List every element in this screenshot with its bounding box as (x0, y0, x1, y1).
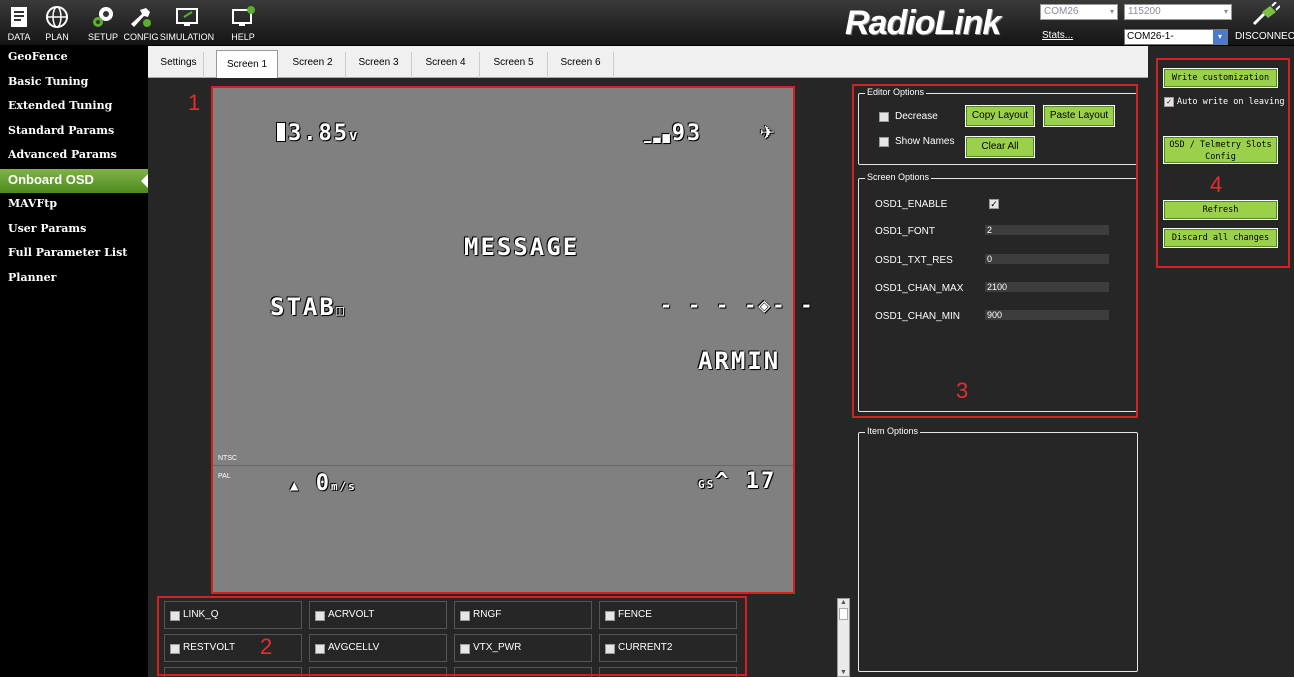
help-monitor-icon (232, 6, 255, 26)
baud-select[interactable]: 115200 ▾ (1124, 4, 1232, 20)
nav-simulation-label: SIMULATION (159, 32, 215, 42)
tab-screen-5[interactable]: Screen 5 (480, 52, 548, 78)
sidebar-item-extended-tuning[interactable]: Extended Tuning (0, 95, 148, 120)
nav-data-label: DATA (7, 32, 31, 42)
globe-icon (46, 6, 68, 28)
tab-screen-4[interactable]: Screen 4 (412, 52, 480, 78)
checkbox-box[interactable]: ✓ (1164, 97, 1174, 107)
nav-help-button[interactable]: HELP (226, 2, 260, 44)
annotation-number-1: 1 (188, 90, 201, 115)
chevron-down-icon: ▾ (1109, 7, 1114, 16)
data-icon (11, 7, 27, 27)
gears-icon (93, 7, 113, 27)
baud-value: 115200 (1128, 6, 1161, 17)
nav-plan-label: PLAN (45, 32, 69, 42)
sidebar-item-geofence[interactable]: GeoFence (0, 46, 148, 71)
scroll-thumb[interactable] (839, 608, 848, 620)
nav-help-label: HELP (231, 32, 255, 42)
vehicle-select[interactable]: COM26-1-HEXAROTOF▾ (1124, 29, 1228, 56)
port-value: COM26 (1044, 6, 1079, 17)
disconnect-label: DISCONNECT (1234, 31, 1294, 42)
sidebar-item-standard-params[interactable]: Standard Params (0, 120, 148, 145)
annotation-box-2 (157, 596, 747, 676)
tab-screen-1[interactable]: Screen 1 (216, 50, 278, 78)
plug-icon (1252, 2, 1280, 26)
sidebar-item-basic-tuning[interactable]: Basic Tuning (0, 71, 148, 96)
item-options-legend: Item Options (865, 426, 921, 436)
screen-tabs: Settings Screen 1 Screen 2 Screen 3 Scre… (148, 46, 1148, 78)
write-customization-button[interactable]: Write customization (1163, 68, 1278, 88)
nav-plan-button[interactable]: PLAN (40, 2, 74, 44)
auto-write-checkbox[interactable]: ✓ Auto write on leaving (1164, 97, 1284, 107)
scroll-up-icon[interactable]: ▲ (838, 599, 849, 606)
tab-screen-6[interactable]: Screen 6 (548, 52, 614, 78)
nav-config-button[interactable]: CONFIG (123, 2, 159, 44)
sidebar-item-user-params[interactable]: User Params (0, 218, 148, 243)
annotation-number-2: 2 (260, 634, 273, 659)
nav-setup-label: SETUP (87, 32, 118, 42)
stats-link[interactable]: Stats... (1042, 30, 1073, 41)
chevron-down-icon: ▾ (1223, 7, 1228, 16)
annotation-box-1 (211, 86, 795, 594)
port-select[interactable]: COM26 ▾ (1040, 4, 1118, 20)
item-list-scrollbar[interactable]: ▲ ▼ (837, 598, 850, 677)
scroll-down-icon[interactable]: ▼ (838, 669, 849, 676)
chevron-down-icon: ▾ (1213, 30, 1227, 44)
nav-data-button[interactable]: DATA (2, 2, 36, 44)
osd-main-panel: Settings Screen 1 Screen 2 Screen 3 Scre… (148, 46, 1294, 677)
nav-simulation-button[interactable]: SIMULATION (160, 2, 214, 44)
radiolink-logo: RadioLink (845, 4, 1001, 42)
tab-screen-3[interactable]: Screen 3 (346, 52, 412, 78)
sidebar-item-onboard-osd[interactable]: Onboard OSD (0, 168, 148, 193)
annotation-number-4: 4 (1210, 172, 1223, 197)
tab-screen-2[interactable]: Screen 2 (280, 52, 346, 78)
nav-setup-button[interactable]: SETUP (86, 2, 120, 44)
sidebar-item-planner[interactable]: Planner (0, 267, 148, 292)
monitor-icon (176, 8, 198, 26)
top-toolbar: DATA PLAN SETUP CONFIG SIMULATION HELP R… (0, 0, 1294, 56)
sidebar-item-advanced-params[interactable]: Advanced Params (0, 144, 148, 169)
config-sidebar: GeoFence Basic Tuning Extended Tuning St… (0, 46, 148, 677)
refresh-button[interactable]: Refresh (1163, 200, 1278, 220)
telemetry-slots-button[interactable]: OSD / Telmetry Slots Config (1163, 136, 1278, 164)
disconnect-button[interactable]: DISCONNECT (1234, 2, 1294, 46)
discard-changes-button[interactable]: Discard all changes (1163, 228, 1278, 248)
annotation-box-3 (852, 84, 1138, 418)
sidebar-item-mavftp[interactable]: MAVFtp (0, 193, 148, 218)
sidebar-item-full-parameter-list[interactable]: Full Parameter List (0, 242, 148, 267)
tab-settings[interactable]: Settings (154, 52, 204, 78)
annotation-number-3: 3 (956, 378, 969, 403)
auto-write-label: Auto write on leaving (1177, 97, 1285, 107)
wrench-icon (131, 8, 151, 27)
nav-config-label: CONFIG (123, 32, 159, 42)
item-options-group: Item Options (858, 426, 1138, 672)
